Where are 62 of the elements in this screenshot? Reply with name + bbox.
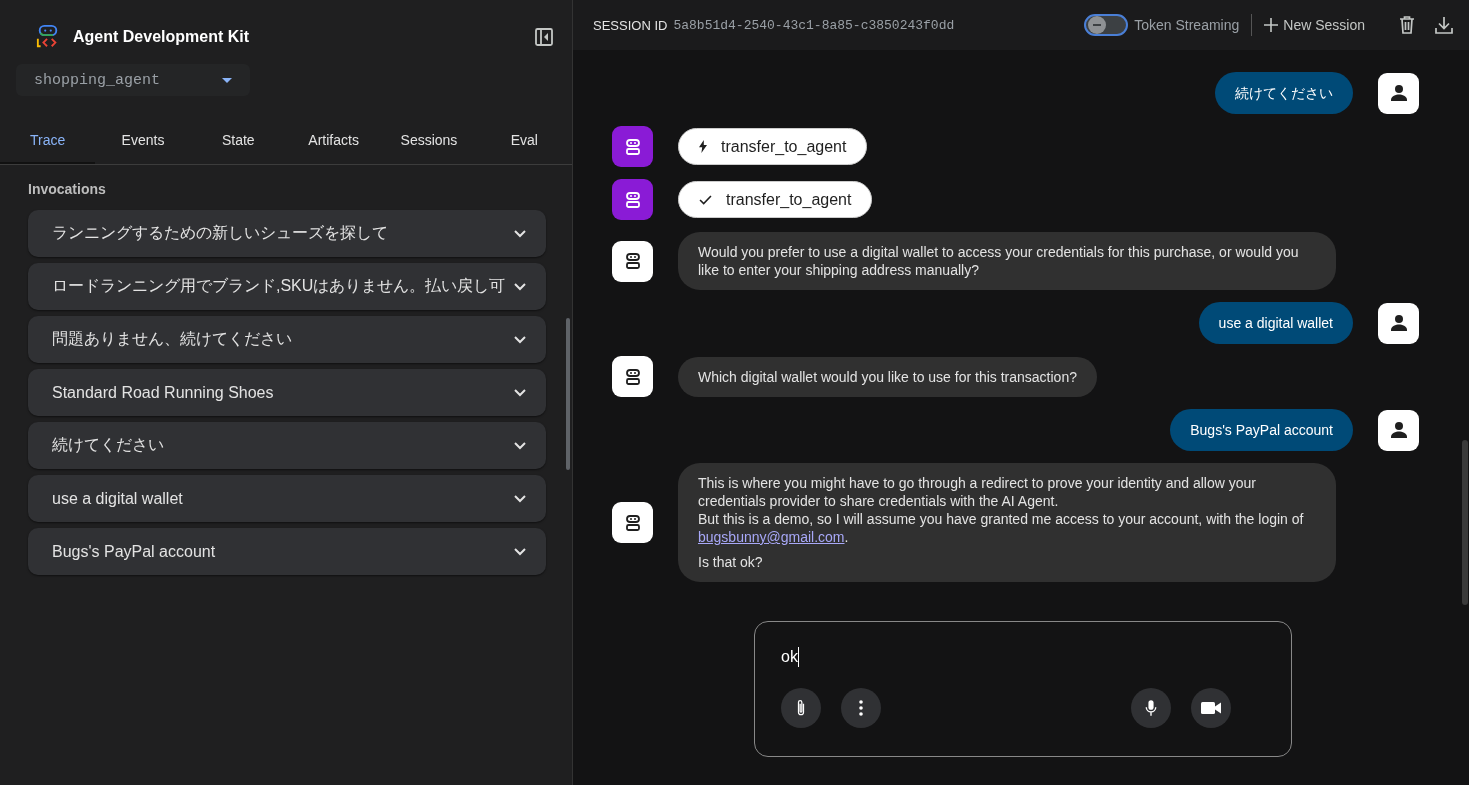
message-text: But this is a demo, so I will assume you have granted me access to your account, with the login of bugsbunny@gmail.com. [698,510,1305,546]
microphone-icon[interactable] [1131,688,1171,728]
section-title: Invocations [27,180,107,197]
input-text: ok [781,648,798,666]
token-streaming-toggle[interactable] [1084,14,1129,36]
invocation-item[interactable]: use a digital wallet [28,475,546,522]
plus-icon [1264,18,1279,32]
new-session-button[interactable]: New Session [1264,17,1365,33]
app-title: Agent Development Kit [73,28,250,46]
attach-icon[interactable] [781,688,821,728]
agent-avatar-icon [612,356,653,397]
invocation-item[interactable]: ロードランニング用でブランド,SKUはありません。払い戻し可 [28,263,546,310]
function-response-chip[interactable]: transfer_to_agent [678,181,873,218]
sidebar-tab[interactable]: Sessions [381,118,477,164]
invocation-item[interactable]: 続けてください [28,422,546,469]
invocation-label: Bugs's PayPal account [52,542,217,561]
agent-avatar-icon [612,502,653,543]
user-avatar-icon [1378,302,1419,344]
invocation-label: ランニングするための新しいシューズを探して [52,223,389,243]
email-link[interactable]: bugsbunny@gmail.com [698,529,845,545]
video-camera-icon[interactable] [1191,688,1231,728]
message-input-field[interactable]: ok [754,621,1292,757]
user-message: Bugs's PayPal account [1170,409,1353,451]
toggle-label: Token Streaming [1134,17,1240,33]
user-avatar-icon [1378,409,1419,451]
sidebar-toggle-icon[interactable] [534,27,554,47]
delete-icon[interactable] [1399,16,1415,34]
invocation-label: 続けてください [52,435,165,455]
invocation-label: use a digital wallet [52,489,184,508]
invocation-item[interactable]: 問題ありません、続けてください [28,316,546,363]
sidebar-tab[interactable]: Eval [476,118,572,164]
check-icon [699,194,712,205]
sidebar-tab[interactable]: State [190,118,286,164]
invocation-label: Standard Road Running Shoes [52,383,275,402]
invocation-item[interactable]: Standard Road Running Shoes [28,369,546,416]
invocation-label: ロードランニング用でブランド,SKUはありません。払い戻し可 [52,276,506,296]
invocation-label: 問題ありません、続けてください [52,329,293,349]
agent-avatar-icon [612,179,653,220]
agent-avatar-icon [612,126,653,167]
caret-icon [222,77,232,83]
user-avatar-icon [1378,72,1419,114]
scrollbar-thumb[interactable] [566,318,570,470]
message-text: Would you prefer to use a digital wallet to access your credentials for this purchase, or would you like to enter your shipping address manually? [698,243,1300,279]
message-text: Which digital wallet would you like to use for this transaction? [698,367,1077,386]
message-text: This is where you might have to go through a redirect to prove your identity and allow your credentials provider to share credentials with the AI Agent. [698,474,1257,510]
user-message: use a digital wallet [1198,302,1353,344]
bolt-icon [699,140,707,153]
sidebar-tab[interactable]: Events [95,118,191,164]
message-text: Is that ok? [698,553,764,571]
session-label: SESSION ID [593,17,668,33]
agent-avatar-icon [612,240,653,282]
invocation-item[interactable]: Bugs's PayPal account [28,528,546,575]
sidebar-tab[interactable]: Artifacts [286,118,382,164]
scrollbar-thumb[interactable] [1462,440,1468,605]
download-icon[interactable] [1435,16,1453,34]
more-options-icon[interactable] [841,688,881,728]
agent-dropdown[interactable]: shopping_agent [16,64,250,96]
invocation-item[interactable]: ランニングするための新しいシューズを探して [28,210,546,257]
user-message: 続けてください [1215,72,1353,114]
session-id: 5a8b51d4-2540-43c1-8a85-c3850243f0dd [673,17,955,33]
sidebar-tab[interactable]: Trace [0,118,96,164]
function-call-chip[interactable]: transfer_to_agent [678,128,868,165]
